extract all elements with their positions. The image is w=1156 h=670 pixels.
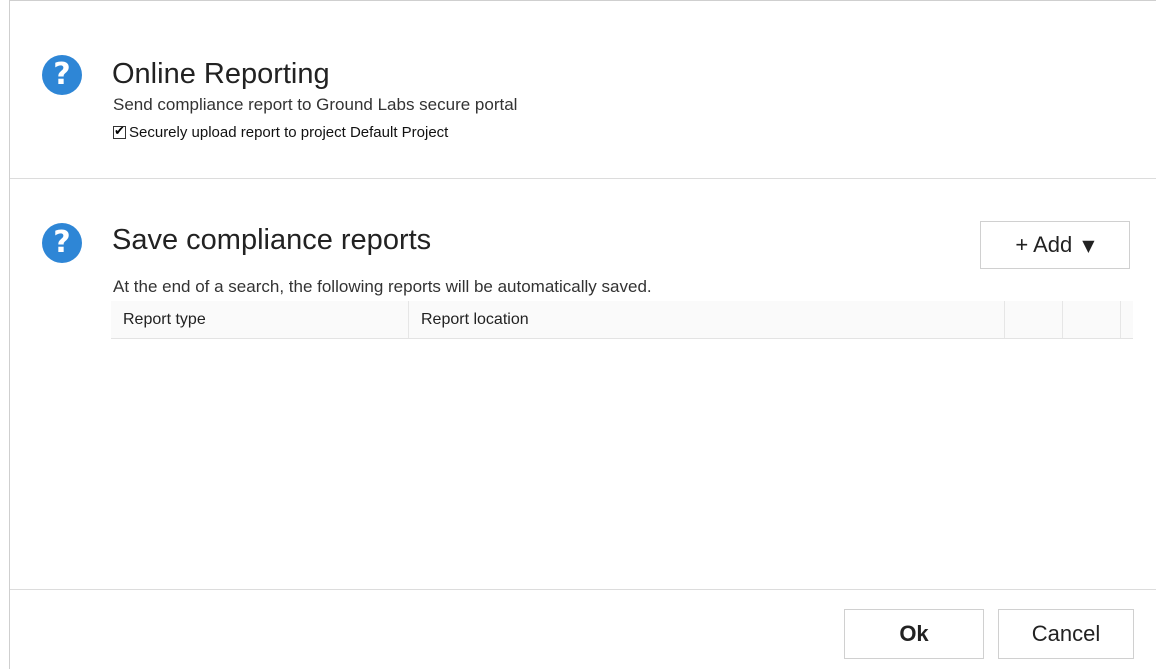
online-reporting-section: ? Online Reporting Send compliance repor… — [10, 1, 1156, 179]
column-header-report-location[interactable]: Report location — [409, 301, 1005, 338]
checkmark-icon: ✔ — [114, 123, 125, 139]
add-report-label: + Add — [1015, 232, 1073, 257]
help-circle-icon[interactable]: ? — [42, 55, 82, 95]
report-settings-dialog: ? Online Reporting Send compliance repor… — [9, 0, 1156, 669]
reports-table-header: Report type Report location — [111, 301, 1133, 339]
save-reports-subtitle: At the end of a search, the following re… — [113, 277, 652, 296]
column-header-report-type[interactable]: Report type — [111, 301, 409, 338]
column-header-blank — [1121, 301, 1133, 338]
column-header-blank — [1005, 301, 1063, 338]
caret-down-icon: ▼ — [1082, 235, 1095, 255]
upload-checkbox[interactable]: ✔ — [113, 123, 126, 139]
cancel-button[interactable]: Cancel — [998, 609, 1134, 659]
upload-checkbox-label[interactable]: Securely upload report to project Defaul… — [129, 124, 448, 141]
upload-checkbox-row[interactable]: ✔ Securely upload report to project Defa… — [113, 122, 448, 142]
dialog-footer — [10, 589, 1156, 670]
help-circle-icon[interactable]: ? — [42, 223, 82, 263]
add-report-button[interactable]: + Add ▼ — [980, 221, 1130, 269]
column-header-blank — [1063, 301, 1121, 338]
online-reporting-subtitle: Send compliance report to Ground Labs se… — [113, 95, 518, 114]
save-reports-title: Save compliance reports — [112, 224, 432, 256]
ok-button[interactable]: Ok — [844, 609, 984, 659]
online-reporting-title: Online Reporting — [112, 58, 330, 90]
